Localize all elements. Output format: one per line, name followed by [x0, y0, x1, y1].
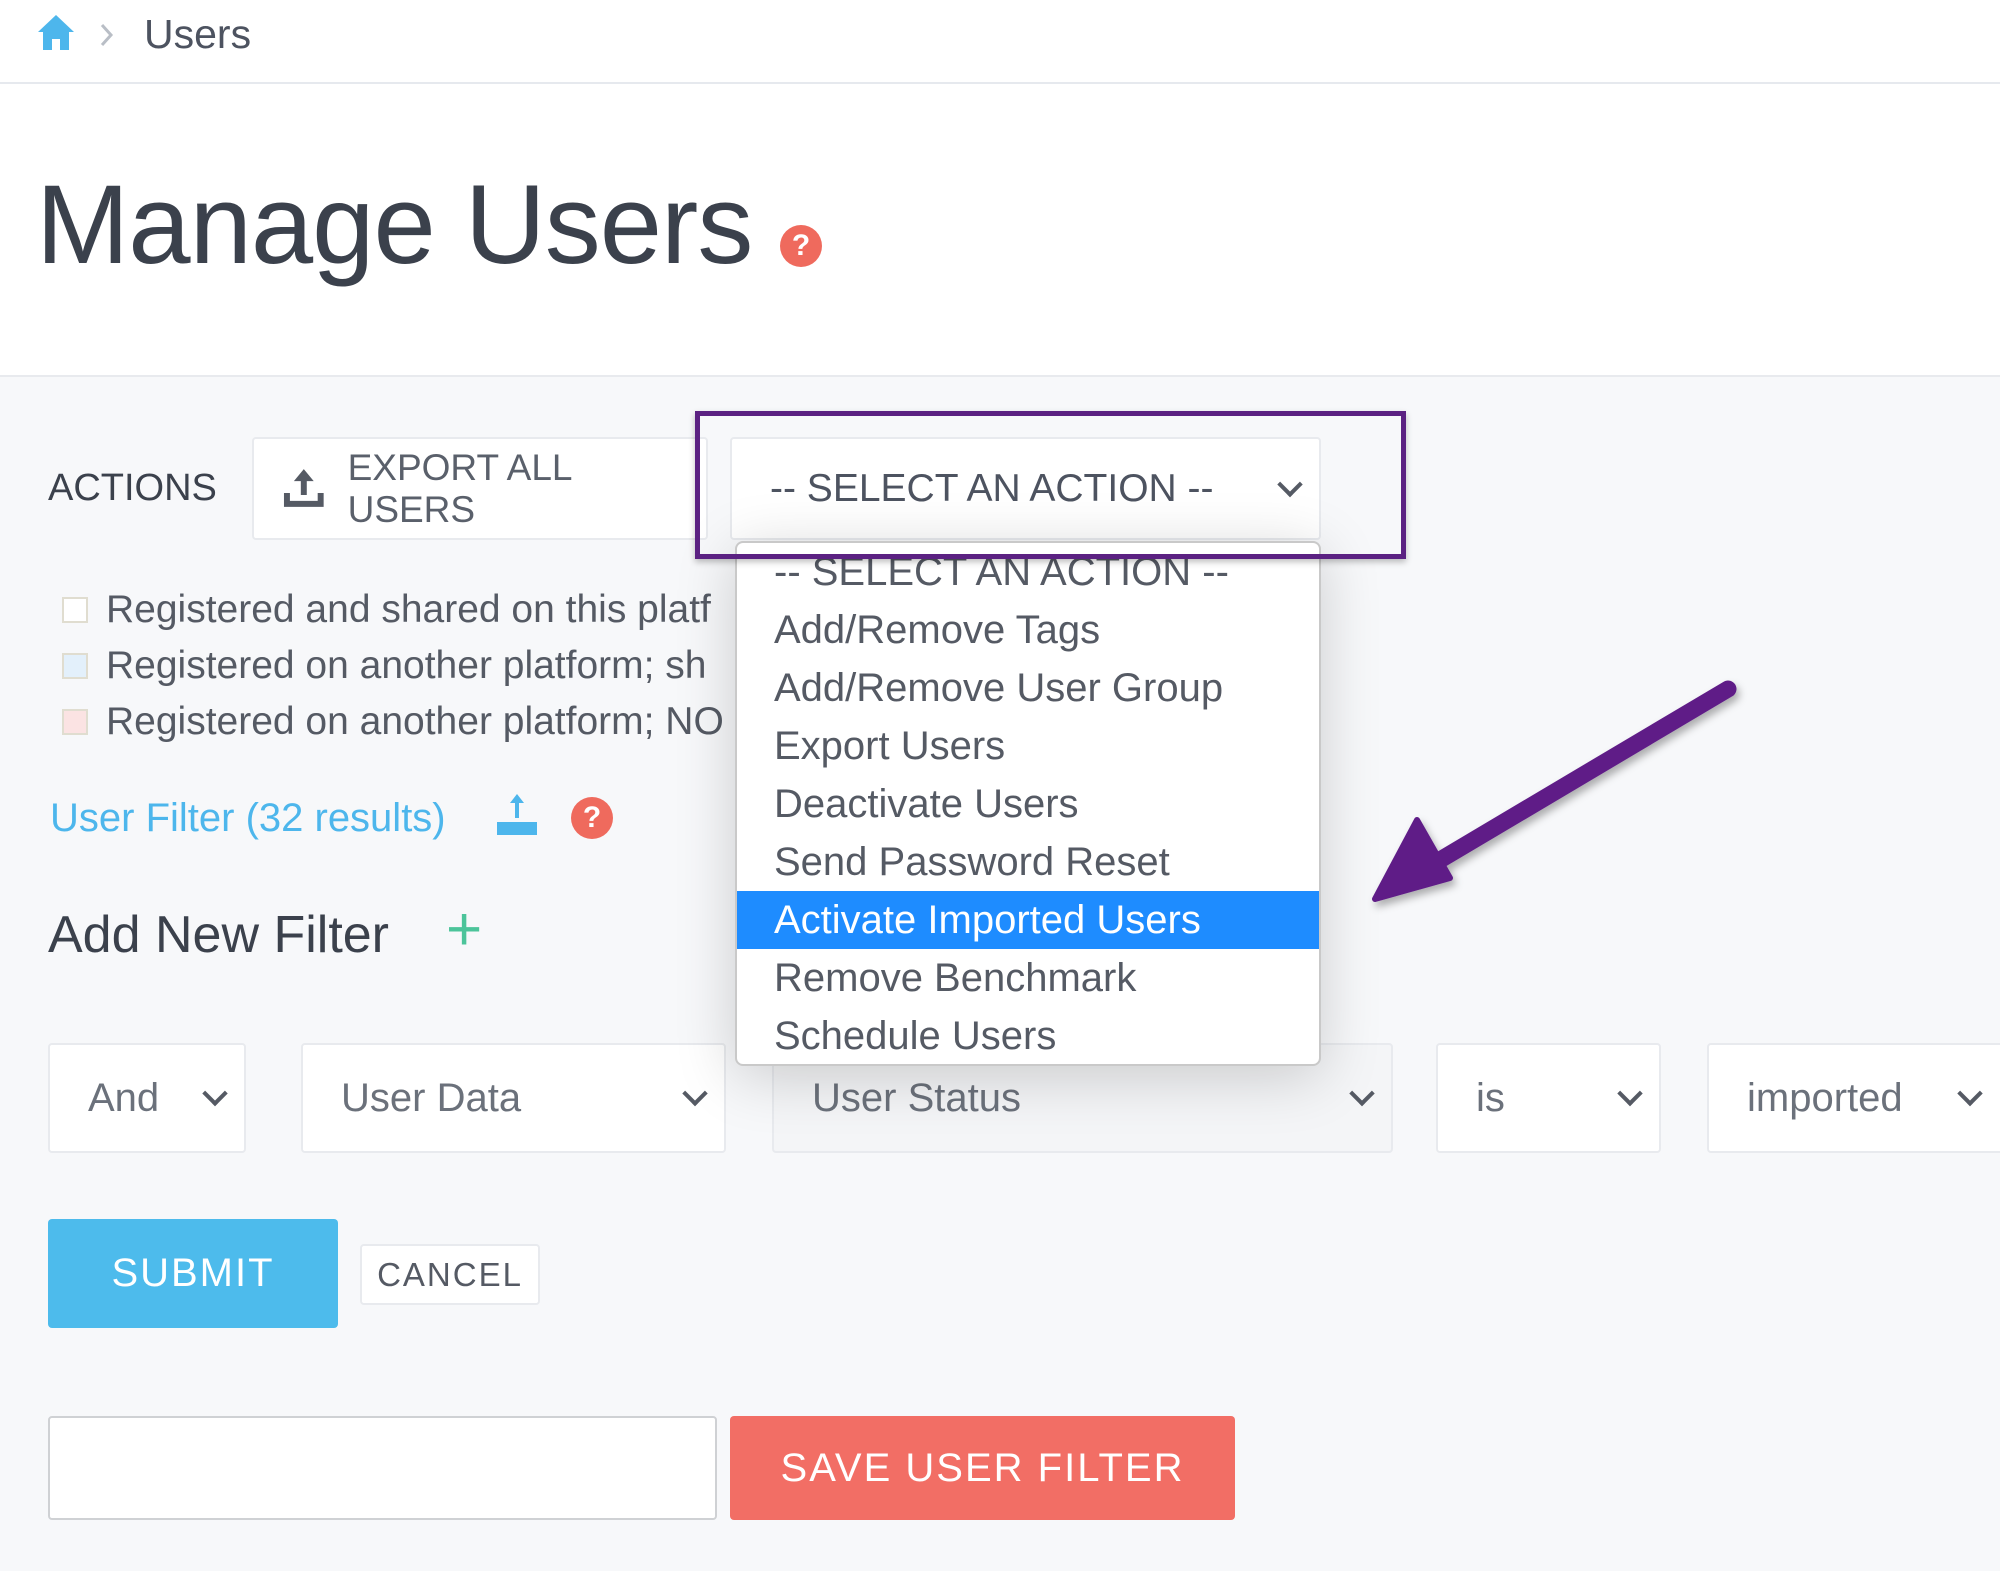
menu-item-activate-imported-users[interactable]: Activate Imported Users: [737, 891, 1319, 949]
submit-button[interactable]: SUBMIT: [48, 1219, 338, 1328]
user-filter-link[interactable]: User Filter (32 results): [50, 796, 446, 840]
save-user-filter-button[interactable]: SAVE USER FILTER: [730, 1416, 1235, 1520]
value-value: imported: [1747, 1075, 1903, 1120]
upload-icon[interactable]: [495, 792, 539, 838]
menu-item-schedule-users[interactable]: Schedule Users: [737, 1007, 1319, 1064]
plus-icon[interactable]: +: [446, 898, 482, 962]
chevron-down-icon: [1957, 1080, 1983, 1107]
chevron-down-icon: [682, 1080, 708, 1107]
legend-item: Registered on another platform; sh: [62, 644, 707, 688]
chevron-down-icon: [1617, 1080, 1643, 1107]
menu-item-send-password-reset[interactable]: Send Password Reset: [737, 833, 1319, 891]
divider: [0, 82, 2000, 84]
legend-text: Registered on another platform; NO: [106, 700, 724, 743]
chevron-right-icon: [100, 23, 114, 47]
legend-text: Registered and shared on this platf: [106, 588, 711, 631]
legend-swatch: [62, 653, 88, 679]
operator-select[interactable]: is: [1436, 1043, 1661, 1153]
annotation-highlight-box: [695, 411, 1406, 559]
filter-name-input[interactable]: [48, 1416, 717, 1520]
legend-swatch: [62, 709, 88, 735]
menu-item-add-remove-user-group[interactable]: Add/Remove User Group: [737, 659, 1319, 717]
operator-value: is: [1476, 1075, 1505, 1120]
value-select[interactable]: imported: [1707, 1043, 2000, 1153]
action-dropdown-menu[interactable]: -- SELECT AN ACTION -- Add/Remove Tags A…: [735, 541, 1321, 1066]
menu-item-deactivate-users[interactable]: Deactivate Users: [737, 775, 1319, 833]
legend-item: Registered and shared on this platf: [62, 588, 711, 632]
upload-icon: [283, 468, 324, 507]
divider: [0, 375, 2000, 377]
field-value: User Status: [812, 1075, 1021, 1120]
menu-item-add-remove-tags[interactable]: Add/Remove Tags: [737, 601, 1319, 659]
breadcrumb-current: Users: [144, 11, 252, 57]
actions-label: ACTIONS: [48, 467, 217, 509]
add-new-filter-heading: Add New Filter: [48, 906, 389, 964]
field-category-select[interactable]: User Data: [301, 1043, 726, 1153]
legend-text: Registered on another platform; sh: [106, 644, 707, 687]
question-circle-icon[interactable]: ?: [780, 225, 822, 267]
page-title: Manage Users: [36, 162, 753, 287]
cancel-button[interactable]: CANCEL: [360, 1244, 540, 1305]
menu-item-export-users[interactable]: Export Users: [737, 717, 1319, 775]
conjunction-value: And: [88, 1075, 160, 1120]
question-circle-icon[interactable]: ?: [571, 797, 613, 839]
conjunction-select[interactable]: And: [48, 1043, 246, 1153]
chevron-down-icon: [1349, 1080, 1375, 1107]
chevron-down-icon: [202, 1080, 228, 1107]
menu-item-remove-benchmark[interactable]: Remove Benchmark: [737, 949, 1319, 1007]
export-all-users-button[interactable]: EXPORT ALL USERS: [252, 437, 708, 540]
home-icon[interactable]: [36, 12, 76, 52]
legend-item: Registered on another platform; NO: [62, 700, 724, 744]
export-all-users-label: EXPORT ALL USERS: [347, 446, 572, 530]
field-category-value: User Data: [341, 1075, 522, 1120]
legend-swatch: [62, 597, 88, 623]
